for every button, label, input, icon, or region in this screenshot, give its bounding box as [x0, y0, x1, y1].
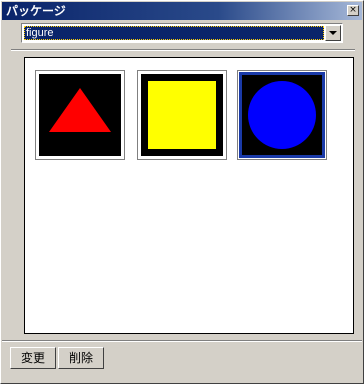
divider [11, 49, 355, 51]
package-dropdown[interactable]: figure [21, 23, 343, 43]
delete-button[interactable]: 削除 [58, 347, 104, 369]
figure-thumb-square[interactable] [137, 70, 227, 160]
triangle-shape [49, 88, 111, 132]
figure-thumb-triangle[interactable] [35, 70, 125, 160]
chevron-down-icon [329, 31, 337, 35]
button-bar: 変更 削除 [2, 341, 362, 381]
package-dropdown-value: figure [24, 26, 324, 40]
close-icon: × [349, 5, 357, 15]
close-button[interactable]: × [347, 5, 359, 16]
figure-thumb-circle[interactable] [237, 70, 327, 160]
circle-shape [248, 81, 316, 149]
figure-canvas[interactable] [24, 57, 354, 334]
change-button[interactable]: 変更 [10, 347, 56, 369]
dropdown-arrow-button[interactable] [325, 25, 341, 41]
window-title: パッケージ [6, 4, 66, 18]
package-window: パッケージ × figure 変更 削除 [0, 0, 364, 384]
title-bar[interactable]: パッケージ × [2, 2, 362, 20]
square-shape [148, 81, 216, 149]
